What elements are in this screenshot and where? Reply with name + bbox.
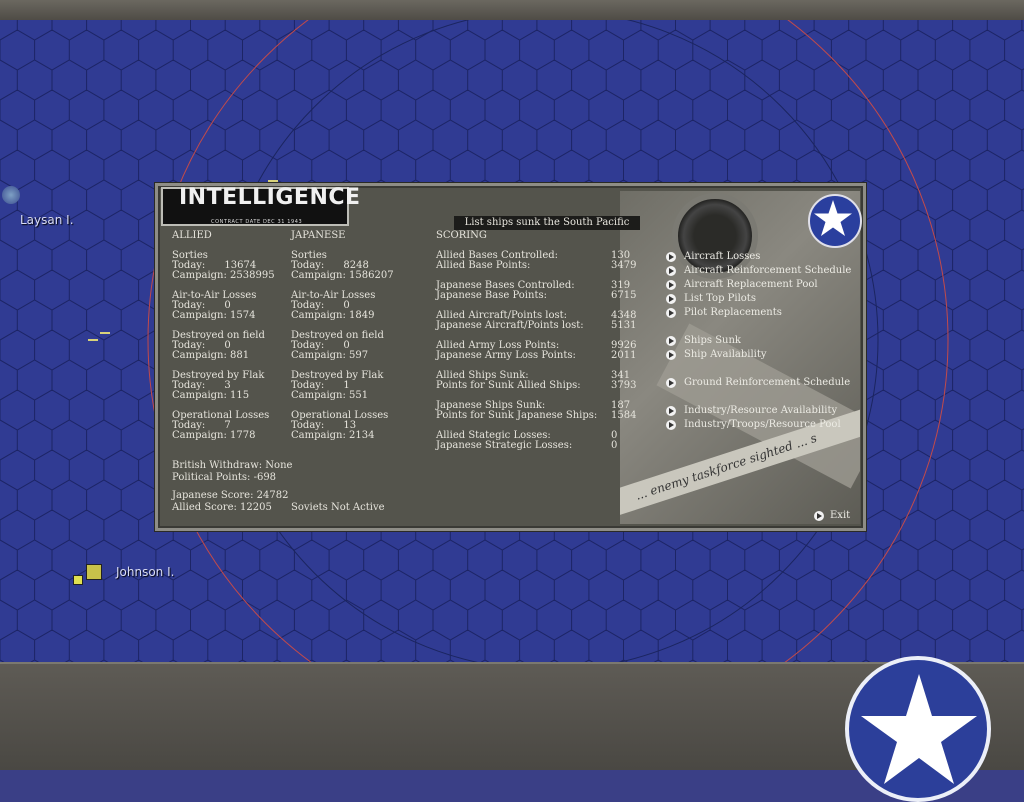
allied-score: Allied Score: 12205 [172,502,272,513]
arrow-right-icon [666,308,676,318]
japanese-flak-campaign: Campaign: 551 [291,390,369,401]
scoring-label: Japanese Army Loss Points: [436,350,576,361]
japanese-sorties-campaign: Campaign: 1586207 [291,270,394,281]
japanese-score: Japanese Score: 24782 [172,490,289,501]
link-aircraft-replacement-pool[interactable]: Aircraft Replacement Pool [666,280,866,292]
johnson-label: Johnson I. [116,565,175,579]
scoring-label: Japanese Base Points: [436,290,547,301]
scoring-value: 2011 [611,350,637,361]
laysan-island-icon[interactable] [2,186,20,204]
link-industry-troops-resource-pool[interactable]: Industry/Troops/Resource Pool [666,420,866,432]
japanese-a2a-campaign: Campaign: 1849 [291,310,375,321]
link-aircraft-reinforcement-schedule[interactable]: Aircraft Reinforcement Schedule [666,266,866,278]
link-pilot-replacements[interactable]: Pilot Replacements [666,308,866,320]
allied-sorties-campaign: Campaign: 2538995 [172,270,275,281]
link-industry-resource-availability[interactable]: Industry/Resource Availability [666,406,866,418]
arrow-right-icon [666,266,676,276]
link-ground-reinforcement-schedule[interactable]: Ground Reinforcement Schedule [666,378,866,390]
intelligence-panel: INTELLIGENCE CONTRACT DATE DEC 31 1943 .… [155,183,866,531]
list-ships-header[interactable]: List ships sunk the South Pacific [454,216,640,230]
scoring-value: 6715 [611,290,637,301]
political-points: Political Points: -698 [172,472,277,483]
arrow-right-icon [666,378,676,388]
scoring-value: 1584 [611,410,637,421]
allied-dof-campaign: Campaign: 881 [172,350,250,361]
link-label: Aircraft Reinforcement Schedule [684,265,852,276]
arrow-right-icon [666,280,676,290]
allied-flak-campaign: Campaign: 115 [172,390,250,401]
johnson-base-icon[interactable] [86,564,102,580]
arrow-right-icon [666,294,676,304]
allied-a2a-campaign: Campaign: 1574 [172,310,256,321]
link-label: Aircraft Losses [684,251,761,262]
link-label: Ships Sunk [684,335,741,346]
scoring-value: 3793 [611,380,637,391]
panel-title: INTELLIGENCE [179,185,361,210]
scoring-value: 5131 [611,320,637,331]
scoring-label: Points for Sunk Allied Ships: [436,380,581,391]
title-plate: INTELLIGENCE CONTRACT DATE DEC 31 1943 [161,187,360,226]
link-label: Ship Availability [684,349,767,360]
arrow-right-icon [666,406,676,416]
arrow-right-icon [814,511,824,521]
exit-button[interactable]: Exit [814,511,858,523]
ship-marker-icon[interactable] [268,180,278,182]
link-label: Aircraft Replacement Pool [684,279,818,290]
japanese-heading: JAPANESE [291,230,346,241]
scoring-value: 0 [611,440,618,451]
link-label: Ground Reinforcement Schedule [684,377,851,388]
scoring-value: 3479 [611,260,637,271]
arrow-right-icon [666,336,676,346]
link-label: List Top Pilots [684,293,756,304]
laysan-label: Laysan I. [20,213,74,227]
scoring-label: Points for Sunk Japanese Ships: [436,410,598,421]
link-aircraft-losses[interactable]: Aircraft Losses [666,252,866,264]
link-list-top-pilots[interactable]: List Top Pilots [666,294,866,306]
japanese-dof-campaign: Campaign: 597 [291,350,369,361]
link-ships-sunk[interactable]: Ships Sunk [666,336,866,348]
exit-label: Exit [830,510,851,521]
top-bar [0,0,1024,21]
link-ship-availability[interactable]: Ship Availability [666,350,866,362]
contract-date: CONTRACT DATE DEC 31 1943 [211,219,303,225]
allied-op-campaign: Campaign: 1778 [172,430,256,441]
arrow-right-icon [666,252,676,262]
soviets-status: Soviets Not Active [291,502,385,513]
link-label: Industry/Troops/Resource Pool [684,419,841,430]
star-badge-icon [808,194,862,248]
link-label: Pilot Replacements [684,307,782,318]
scoring-label: Japanese Aircraft/Points lost: [436,320,584,331]
allied-heading: ALLIED [172,230,212,241]
allied-roundel-icon[interactable] [845,656,991,802]
japanese-op-campaign: Campaign: 2134 [291,430,375,441]
scoring-label: Japanese Strategic Losses: [436,440,573,451]
ship-marker-icon[interactable] [100,332,110,334]
british-withdraw: British Withdraw: None [172,460,293,471]
scoring-heading: SCORING [436,230,487,241]
arrow-right-icon [666,420,676,430]
johnson-airfield-icon[interactable] [73,575,83,585]
arrow-right-icon [666,350,676,360]
scoring-label: Allied Base Points: [436,260,531,271]
ship-marker-icon[interactable] [88,339,98,341]
link-label: Industry/Resource Availability [684,405,838,416]
